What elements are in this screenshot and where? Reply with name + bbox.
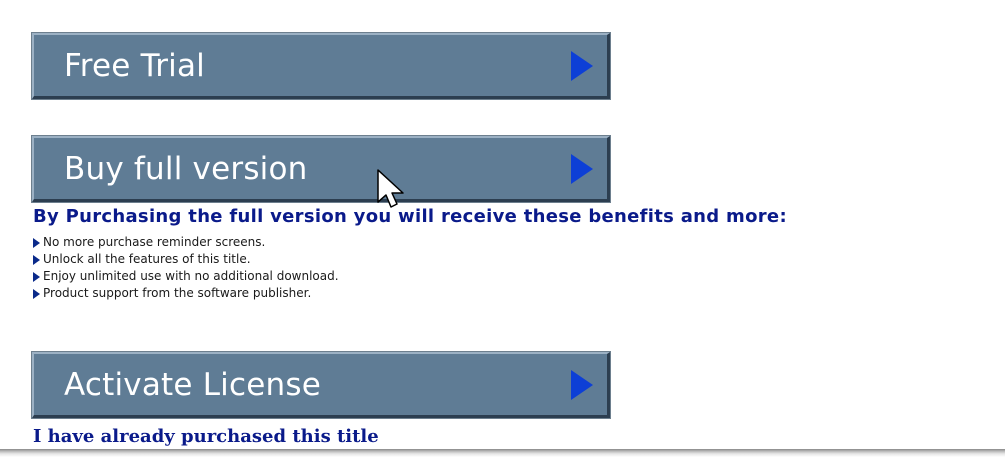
benefit-text: Enjoy unlimited use with no additional d… [43, 269, 339, 283]
buy-full-version-label: Buy full version [64, 150, 308, 187]
play-arrow-icon [571, 369, 593, 400]
bullet-arrow-icon [33, 288, 40, 299]
benefit-text: Unlock all the features of this title. [43, 252, 251, 266]
free-trial-label: Free Trial [64, 47, 205, 84]
benefits-heading: By Purchasing the full version you will … [33, 206, 787, 227]
list-item: No more purchase reminder screens. [33, 234, 339, 251]
free-trial-button[interactable]: Free Trial [31, 32, 611, 100]
bullet-arrow-icon [33, 271, 40, 282]
trial-options-panel: Free Trial Buy full version By Purchasin… [0, 0, 1005, 457]
list-item: Unlock all the features of this title. [33, 251, 339, 268]
activate-license-label: Activate License [64, 366, 321, 403]
benefits-list: No more purchase reminder screens. Unloc… [33, 234, 339, 302]
bottom-divider [0, 449, 1005, 457]
activate-license-button[interactable]: Activate License [31, 351, 611, 419]
already-purchased-note: I have already purchased this title [33, 426, 379, 447]
list-item: Enjoy unlimited use with no additional d… [33, 268, 339, 285]
bullet-arrow-icon [33, 254, 40, 265]
benefit-text: No more purchase reminder screens. [43, 235, 266, 249]
buy-full-version-button[interactable]: Buy full version [31, 135, 611, 203]
mouse-pointer-icon [377, 169, 404, 208]
play-arrow-icon [571, 50, 593, 81]
list-item: Product support from the software publis… [33, 285, 339, 302]
bullet-arrow-icon [33, 237, 40, 248]
benefit-text: Product support from the software publis… [43, 286, 312, 300]
play-arrow-icon [571, 153, 593, 184]
